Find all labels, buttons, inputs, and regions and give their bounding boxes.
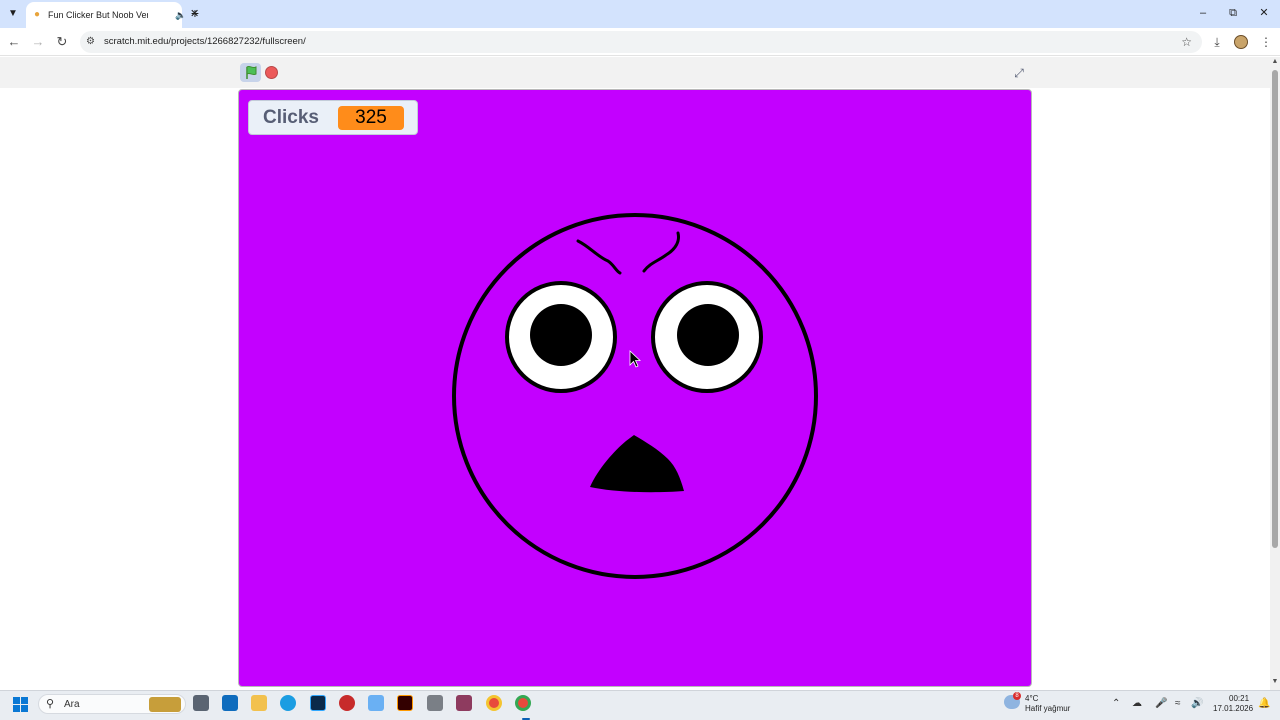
task-view-icon[interactable] xyxy=(193,695,209,711)
green-flag-icon xyxy=(246,65,257,79)
tab-strip: ▼ ● Fun Clicker But Noob Versi 🔈 ✕ + – ⧉… xyxy=(0,0,1280,28)
clock-time[interactable]: 00:21 xyxy=(1229,694,1249,704)
tab-title: Fun Clicker But Noob Versi xyxy=(48,10,148,20)
app-gray-icon[interactable] xyxy=(427,695,443,711)
monitor-value: 325 xyxy=(338,106,404,130)
cloud-off-icon[interactable]: ☁ xyxy=(1132,698,1142,710)
monitor-label: Clicks xyxy=(263,107,319,128)
face-sprite[interactable] xyxy=(238,89,1032,687)
close-window-icon[interactable]: ✕ xyxy=(1257,6,1271,20)
weather-desc[interactable]: Hafif yağmur xyxy=(1025,704,1070,714)
scratch-control-bar xyxy=(0,57,1280,88)
photoshop-icon[interactable] xyxy=(310,695,326,711)
taskbar xyxy=(0,690,1280,720)
illustrator-icon[interactable] xyxy=(397,695,413,711)
stop-icon[interactable] xyxy=(265,66,278,79)
taskbar-search[interactable]: ⚲ Ara xyxy=(38,694,186,714)
plus-icon[interactable]: + xyxy=(188,5,202,21)
file-explorer-icon[interactable] xyxy=(251,695,267,711)
clicks-monitor: Clicks 325 xyxy=(248,100,418,135)
minimize-icon[interactable]: – xyxy=(1196,6,1210,20)
wifi-icon[interactable]: ≈ xyxy=(1175,698,1181,710)
left-pupil xyxy=(530,304,592,366)
scrollbar-thumb[interactable] xyxy=(1272,70,1278,548)
weather-temp[interactable]: 4°C xyxy=(1025,694,1038,704)
windows-start-icon[interactable] xyxy=(13,697,29,713)
volume-icon[interactable]: 🔊 xyxy=(1191,698,1203,710)
arrow-right-icon[interactable]: → xyxy=(30,34,46,50)
chrome-active-icon[interactable] xyxy=(515,695,531,720)
search-icon: ⚲ xyxy=(46,698,55,710)
favicon-icon: ● xyxy=(34,9,41,20)
tune-icon[interactable]: ⚙ xyxy=(86,35,95,49)
exit-fullscreen-icon[interactable]: ⤢ xyxy=(1011,65,1027,81)
address-bar[interactable]: ⚙ scratch.mit.edu/projects/1266827232/fu… xyxy=(80,31,1202,53)
chevron-up-icon[interactable]: ⌃ xyxy=(1112,698,1120,710)
download-icon[interactable]: ⤓ xyxy=(1209,34,1225,50)
url-text[interactable]: scratch.mit.edu/projects/1266827232/full… xyxy=(104,35,306,49)
right-eyebrow xyxy=(642,231,680,273)
scroll-up-icon[interactable]: ▲ xyxy=(1270,58,1280,65)
scroll-down-icon[interactable]: ▼ xyxy=(1270,678,1280,685)
notification-icon[interactable]: 🔔 xyxy=(1258,698,1270,710)
archive-icon[interactable] xyxy=(456,695,472,711)
search-highlight-image xyxy=(149,697,181,712)
right-pupil xyxy=(677,304,739,366)
microphone-icon[interactable]: 🎤 xyxy=(1155,698,1167,710)
green-flag-button[interactable] xyxy=(240,63,261,82)
chrome-icon[interactable] xyxy=(486,695,502,711)
face-outline xyxy=(452,213,818,579)
search-placeholder: Ara xyxy=(64,699,80,710)
tab-active[interactable]: ● Fun Clicker But Noob Versi 🔈 ✕ xyxy=(26,2,199,28)
cursor-icon xyxy=(629,350,642,368)
edge-icon[interactable] xyxy=(280,695,296,711)
restore-icon[interactable]: ⧉ xyxy=(1226,6,1240,20)
chevron-down-icon[interactable]: ▼ xyxy=(4,5,22,23)
reload-icon[interactable]: ↻ xyxy=(54,34,70,50)
copilot-icon[interactable] xyxy=(368,695,384,711)
star-icon[interactable]: ☆ xyxy=(1181,34,1192,50)
weather-badge: 8 xyxy=(1013,692,1021,700)
avatar[interactable] xyxy=(1234,35,1248,49)
clock-date[interactable]: 17.01.2026 xyxy=(1213,704,1253,714)
browser-toolbar: ← → ↻ ⚙ scratch.mit.edu/projects/1266827… xyxy=(0,28,1280,56)
app-red-icon[interactable] xyxy=(339,695,355,711)
speaker-icon[interactable]: 🔈 xyxy=(175,8,186,22)
mouth xyxy=(590,435,684,493)
left-eyebrow xyxy=(576,239,622,275)
outlook-icon[interactable] xyxy=(222,695,238,711)
arrow-left-icon[interactable]: ← xyxy=(6,34,22,50)
kebab-menu-icon[interactable]: ⋮ xyxy=(1258,34,1274,50)
